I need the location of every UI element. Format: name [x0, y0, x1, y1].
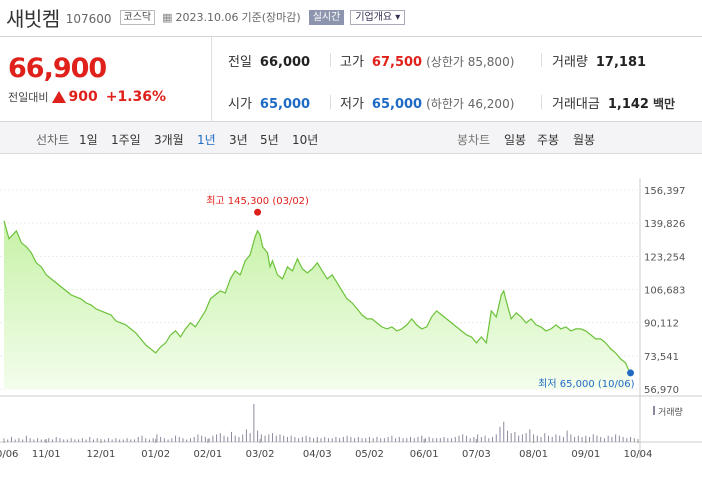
- market-badge: 코스닥: [119, 9, 156, 25]
- x-tick-label: 12/01: [87, 449, 116, 460]
- x-tick-label: 01/02: [141, 449, 170, 460]
- tab-1y[interactable]: 1년: [197, 131, 216, 148]
- volume-legend-label: 거래량: [658, 406, 683, 418]
- stat-volume: 거래량 17,181: [552, 51, 646, 70]
- tab-weekly[interactable]: 주봉: [537, 131, 559, 148]
- y-tick-label: 73,541: [644, 352, 679, 363]
- change-percent: +1.36%: [105, 89, 167, 105]
- x-tick-label: 02/01: [193, 449, 222, 460]
- candle-chart-label: 봉차트: [457, 133, 491, 147]
- stock-code: 107600: [65, 11, 112, 26]
- y-tick-label: 139,826: [644, 219, 685, 230]
- y-tick-label: 106,683: [644, 286, 685, 297]
- y-tick-label: 56,970: [644, 385, 679, 396]
- stock-header: 새빗켐 107600 코스닥 ▦ 2023.10.06 기준(장마감) 실시간 …: [0, 0, 702, 34]
- y-tick-label: 156,397: [644, 186, 685, 197]
- stat-low: 저가 65,000 (하한가 46,200): [340, 93, 514, 112]
- x-tick-label: 07/03: [462, 449, 491, 460]
- stat-label: 저가: [340, 97, 364, 112]
- divider: [330, 95, 331, 109]
- divider: [541, 53, 542, 67]
- volume-legend-swatch: [653, 406, 655, 415]
- low-marker: [627, 369, 635, 377]
- x-tick-label: 03/02: [246, 449, 275, 460]
- stat-label: 시가: [228, 97, 252, 112]
- x-tick-label: 06/01: [410, 449, 439, 460]
- stat-value: 65,000: [371, 97, 423, 112]
- stat-open: 시가 65,000: [228, 93, 310, 112]
- tab-1w[interactable]: 1주일: [111, 131, 141, 148]
- divider: [541, 95, 542, 109]
- stat-value: 67,500: [371, 55, 423, 70]
- stat-high: 고가 67,500 (상한가 85,800): [340, 51, 514, 70]
- company-overview-dropdown[interactable]: 기업개요 ▾: [350, 9, 406, 25]
- tab-3m[interactable]: 3개월: [154, 131, 184, 148]
- stat-sub: (하한가 46,200): [426, 97, 515, 111]
- change-label: 전일대비: [8, 91, 49, 104]
- realtime-button[interactable]: 실시간: [308, 9, 345, 25]
- stat-label: 거래량: [552, 55, 588, 70]
- tab-10y[interactable]: 10년: [292, 131, 318, 148]
- low-annotation: 최저 65,000 (10/06): [538, 378, 634, 390]
- tab-monthly[interactable]: 월봉: [573, 131, 595, 148]
- stat-label: 고가: [340, 55, 364, 70]
- x-tick-label: 09/01: [571, 449, 600, 460]
- line-chart-label: 선차트: [36, 133, 70, 147]
- tab-3y[interactable]: 3년: [229, 131, 248, 148]
- tab-5y[interactable]: 5년: [260, 131, 279, 148]
- as-of-date: 2023.10.06: [175, 10, 239, 24]
- stat-prev: 전일 66,000: [228, 51, 310, 70]
- price-box: 66,900 전일대비 900 +1.36%: [0, 37, 212, 122]
- x-tick-label: 10/04: [624, 449, 653, 460]
- stat-value: 17,181: [595, 55, 647, 70]
- stat-label: 전일: [228, 55, 252, 70]
- quote-panel: 66,900 전일대비 900 +1.36% 전일 66,000 고가 67,5…: [0, 36, 702, 122]
- divider: [330, 53, 331, 67]
- stock-name: 새빗켐: [6, 6, 60, 31]
- up-triangle-icon: [52, 91, 67, 103]
- as-of-status: 기준(장마감): [241, 11, 301, 24]
- stat-unit: 백만: [652, 97, 676, 111]
- price-area-fill: [4, 220, 631, 389]
- price-chart: 156,397 139,826 123,254 106,683 90,112 73,541…: [0, 178, 702, 460]
- y-tick-label: 123,254: [644, 252, 685, 263]
- stat-label: 거래대금: [552, 97, 600, 112]
- x-tick-label: 05/02: [355, 449, 384, 460]
- price-change: 전일대비 900 +1.36%: [8, 89, 166, 105]
- x-tick-label: 11/01: [32, 449, 61, 460]
- stat-sub: (상한가 85,800): [426, 55, 515, 69]
- x-tick-label: 10/06: [0, 449, 18, 460]
- change-amount: 900: [68, 89, 98, 105]
- y-tick-label: 90,112: [644, 319, 679, 330]
- stat-value: 65,000: [259, 97, 311, 112]
- calendar-icon: ▦: [162, 10, 173, 24]
- x-tick-label: 08/01: [519, 449, 548, 460]
- stat-amount: 거래대금 1,142 백만: [552, 93, 675, 112]
- current-price: 66,900: [8, 53, 107, 84]
- tab-daily[interactable]: 일봉: [504, 131, 526, 148]
- high-marker: [254, 208, 262, 216]
- stat-value: 66,000: [259, 55, 311, 70]
- stat-value: 1,142: [607, 97, 649, 112]
- x-tick-label: 04/03: [303, 449, 332, 460]
- high-annotation: 최고 145,300 (03/02): [206, 195, 309, 207]
- tab-1d[interactable]: 1일: [79, 131, 98, 148]
- chart-tabs: 선차트 1일 1주일 3개월 1년 3년 5년 10년 봉차트 일봉 주봉 월봉: [0, 122, 702, 154]
